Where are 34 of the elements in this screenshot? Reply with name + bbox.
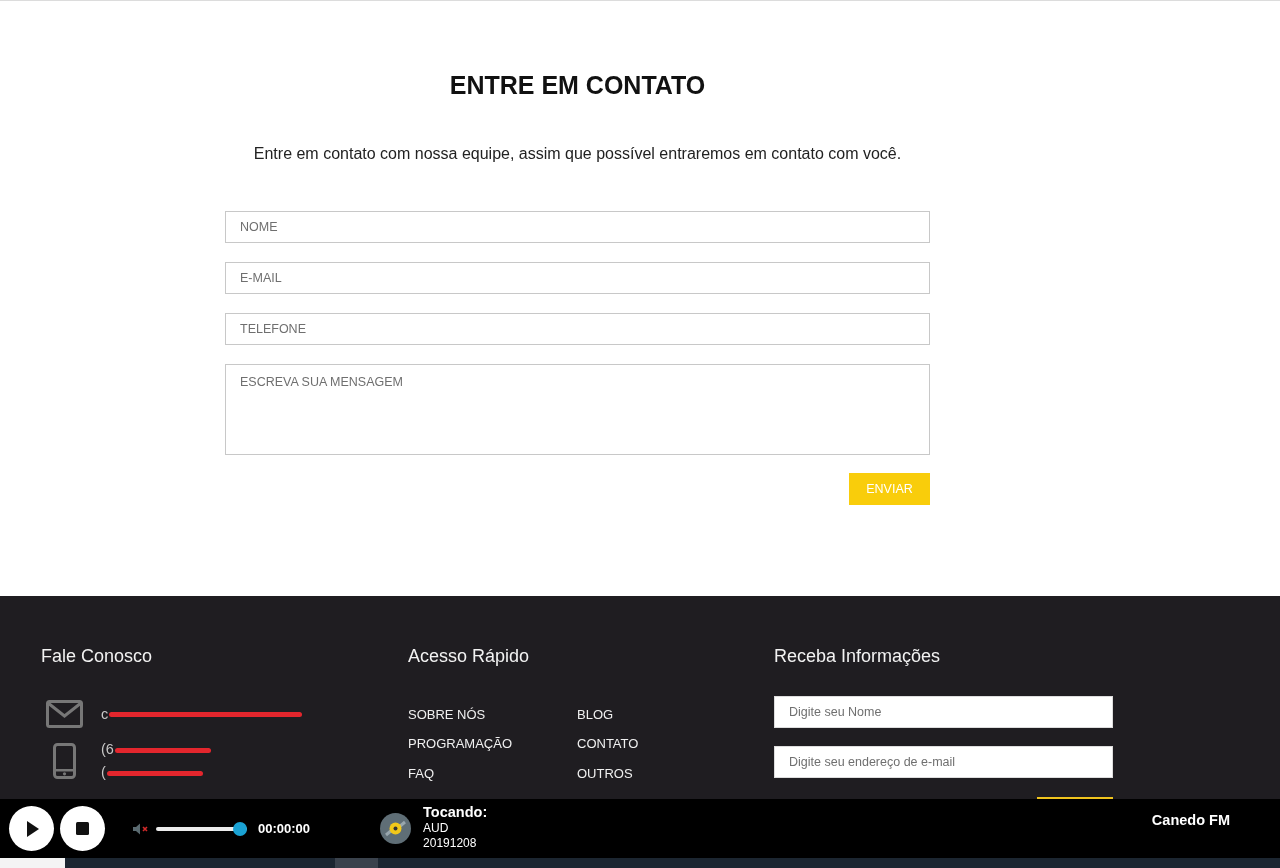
footer-link[interactable]: SOBRE NÓS [408, 699, 486, 729]
message-field[interactable]: ESCREVA SUA MENSAGEM [225, 364, 930, 455]
station-name: Canedo FM [1151, 812, 1230, 828]
footer-heading: Fale Conosco [41, 646, 153, 667]
input-field[interactable]: E-MAIL [225, 262, 930, 294]
page-title: ENTRE EM CONTATO [449, 71, 706, 100]
track-info: 20191208 [423, 836, 477, 851]
footer-heading: Acesso Rápido [408, 646, 530, 667]
phone-text: (6 [101, 740, 114, 759]
phone-text: ( [101, 763, 106, 782]
play-button[interactable] [9, 806, 54, 851]
email-text: c [101, 704, 109, 724]
volume-handle[interactable] [233, 821, 247, 836]
muted-speaker-icon[interactable] [133, 822, 149, 835]
smartphone-icon [53, 743, 76, 779]
intro-text: Entre em contato com nossa equipe, assim que possível entraremos em contato com você. [253, 145, 902, 163]
stop-button[interactable] [60, 806, 105, 851]
now-playing-label: Tocando: [423, 804, 488, 821]
footer-link[interactable]: OUTROS [577, 758, 633, 788]
footer-heading: Receba Informações [774, 646, 941, 667]
vinyl-disc-icon [380, 813, 412, 844]
footer-link[interactable]: CONTATO [577, 729, 639, 759]
newsletter-field[interactable]: Digite seu Nome [774, 696, 1113, 728]
footer-link[interactable]: PROGRAMAÇÃO [408, 729, 512, 759]
stop-icon [76, 822, 89, 835]
newsletter-field[interactable]: Digite seu endereço de e-mail [774, 746, 1113, 778]
elapsed-time: 00:00:00 [258, 821, 311, 836]
envelope-icon [46, 700, 83, 728]
input-field[interactable]: TELEFONE [225, 313, 930, 345]
play-icon [27, 820, 39, 837]
footer-link[interactable]: FAQ [408, 758, 434, 788]
footer-link[interactable]: BLOG [577, 699, 614, 729]
input-field[interactable]: NOME [225, 211, 930, 243]
track-info: AUD [423, 821, 449, 836]
